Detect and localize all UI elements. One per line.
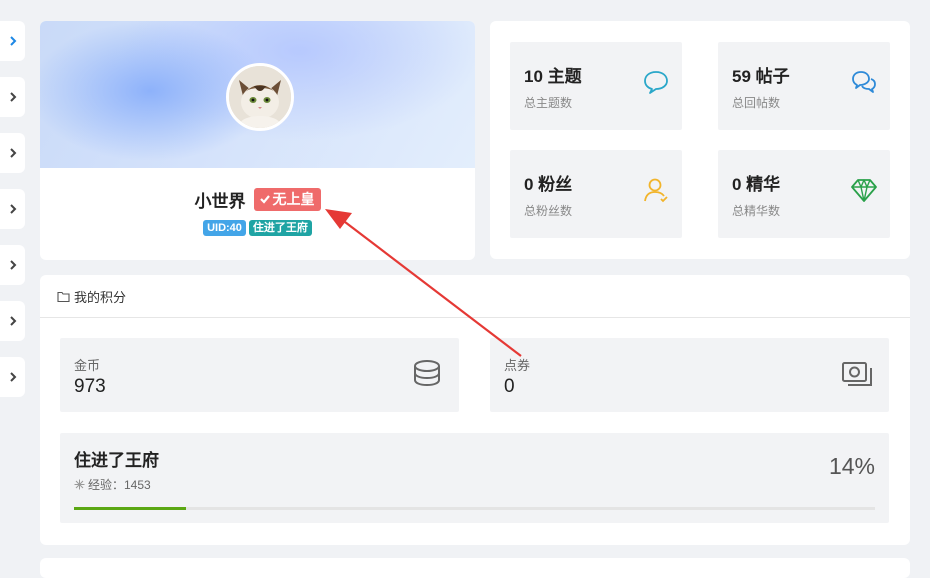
sidebar-item[interactable] xyxy=(0,245,25,285)
user-icon xyxy=(644,178,668,203)
stat-essence[interactable]: 0 精华 总精华数 xyxy=(718,150,890,238)
chat-bubbles-icon xyxy=(852,71,876,93)
exp-text: 经验：1453 xyxy=(88,478,151,492)
progress-track xyxy=(74,507,875,510)
stat-followers[interactable]: 0 粉丝 总粉丝数 xyxy=(510,150,682,238)
level-tag: 住进了王府 xyxy=(248,220,312,236)
stat-label: 总粉丝数 xyxy=(524,204,573,218)
gold-value: 973 xyxy=(74,376,106,397)
points-card: 我的积分 金币 973 点券 0 住进了王府 经验：1453 14% xyxy=(40,275,910,545)
username: 小世界 xyxy=(194,192,246,211)
sidebar-item[interactable] xyxy=(0,357,25,397)
stat-label: 总主题数 xyxy=(524,96,573,110)
sidebar-item[interactable] xyxy=(0,189,25,229)
money-icon xyxy=(842,362,872,386)
rank-badge: 无上皇 xyxy=(253,188,321,211)
stat-value: 10 主题 xyxy=(524,67,582,86)
sidebar-item[interactable] xyxy=(0,133,25,173)
profile-card: 小世界 无上皇 UID:40 住进了王府 xyxy=(40,21,475,260)
gold-label: 金币 xyxy=(74,358,101,373)
stat-posts[interactable]: 59 帖子 总回帖数 xyxy=(718,42,890,130)
coins-stack-icon xyxy=(414,360,440,387)
next-card xyxy=(40,558,910,578)
diamond-icon xyxy=(851,179,877,202)
coupon-box: 点券 0 xyxy=(490,338,889,412)
cat-avatar-icon xyxy=(229,66,291,128)
sidebar-item[interactable] xyxy=(0,21,25,61)
stats-card: 10 主题 总主题数 59 帖子 总回帖数 0 粉丝 总粉丝数 0 精华 总精华… xyxy=(490,21,910,259)
level-exp: 经验：1453 xyxy=(74,476,151,493)
stat-value: 0 粉丝 xyxy=(524,175,573,194)
stat-label: 总回帖数 xyxy=(732,96,781,110)
folder-icon xyxy=(57,291,70,302)
stat-topics[interactable]: 10 主题 总主题数 xyxy=(510,42,682,130)
chat-bubble-icon xyxy=(644,71,668,94)
check-icon xyxy=(259,195,270,204)
chevron-right-icon xyxy=(9,92,16,102)
chevron-right-icon xyxy=(9,316,16,326)
coupon-label: 点券 xyxy=(504,358,531,373)
progress-fill xyxy=(74,507,187,510)
stat-value: 0 精华 xyxy=(732,175,781,194)
level-box: 住进了王府 经验：1453 14% xyxy=(60,433,889,523)
uid-tag: UID:40 xyxy=(203,220,246,236)
sidebar-item[interactable] xyxy=(0,301,25,341)
username-row: 小世界 无上皇 xyxy=(40,187,475,212)
rank-label: 无上皇 xyxy=(272,191,315,207)
gold-box: 金币 973 xyxy=(60,338,459,412)
chevron-right-icon xyxy=(9,204,16,214)
sparkle-icon xyxy=(74,479,85,490)
tags-row: UID:40 住进了王府 xyxy=(40,220,475,236)
points-header: 我的积分 xyxy=(40,275,910,318)
chevron-right-icon xyxy=(9,148,16,158)
chevron-right-icon xyxy=(9,36,16,46)
coupon-value: 0 xyxy=(504,376,515,397)
stat-value: 59 帖子 xyxy=(732,67,790,86)
avatar[interactable] xyxy=(226,63,294,131)
level-percent: 14% xyxy=(828,453,875,479)
chevron-right-icon xyxy=(9,372,16,382)
points-title: 我的积分 xyxy=(74,289,127,305)
stat-label: 总精华数 xyxy=(732,204,781,218)
sidebar-item[interactable] xyxy=(0,77,25,117)
chevron-right-icon xyxy=(9,260,16,270)
level-name: 住进了王府 xyxy=(74,451,159,470)
